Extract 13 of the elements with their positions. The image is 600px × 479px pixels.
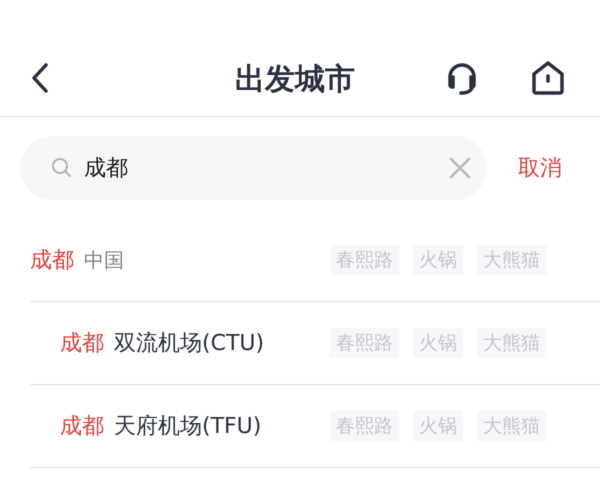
cancel-button[interactable]: 取消 — [518, 152, 562, 184]
search-text: 成都 — [84, 154, 129, 182]
place-name: 中国 — [84, 247, 124, 274]
match-text: 成都 — [60, 412, 104, 440]
place-name: 双流机场(CTU) — [114, 330, 264, 358]
close-icon — [448, 156, 472, 180]
search-field[interactable]: 成都 — [20, 136, 487, 200]
match-text: 成都 — [30, 246, 74, 274]
back-icon — [30, 62, 50, 94]
search-icon — [50, 156, 74, 180]
place-name: 天府机场(TFU) — [114, 412, 262, 440]
page-title: 出发城市 — [235, 61, 355, 99]
match-text: 成都 — [60, 330, 104, 358]
